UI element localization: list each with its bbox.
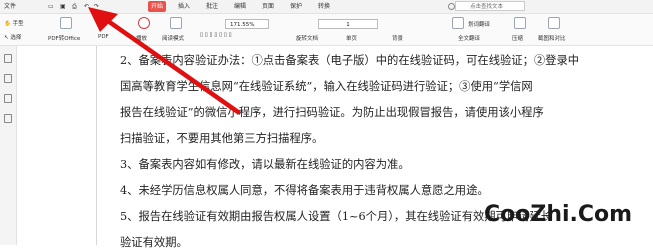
watermark-text: CooZhi.Com	[484, 202, 633, 227]
arrow-shaft	[95, 11, 241, 115]
arrow-head	[88, 7, 118, 32]
